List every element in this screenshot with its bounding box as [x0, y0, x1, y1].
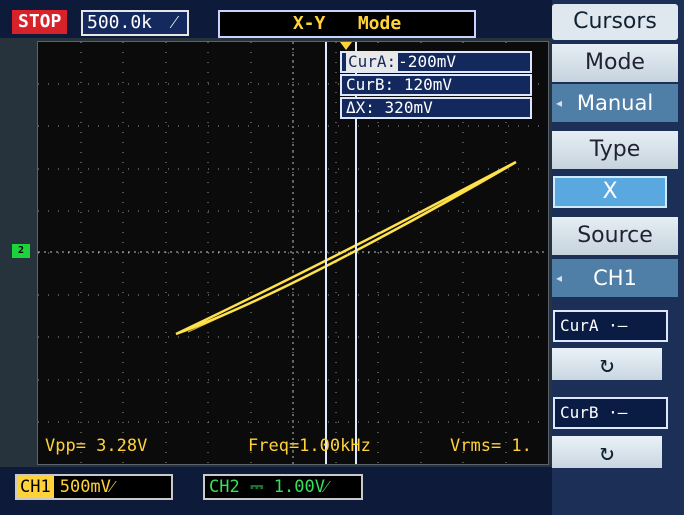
cursor-a-button[interactable]: CurA ·— [553, 310, 668, 342]
cursor-a-readout: CurA: -200mV [340, 51, 532, 73]
menu-source-value[interactable]: ◂ CH1 [552, 259, 678, 297]
run-stop-indicator[interactable]: STOP [12, 10, 68, 34]
display-mode-title: X-Y Mode [218, 10, 476, 38]
cursor-line-icon: ·— [598, 316, 628, 335]
cursor-delta-label: ΔX: [346, 98, 375, 117]
cursor-b-value: 120mV [403, 75, 452, 94]
menu-type-value[interactable]: X [553, 176, 667, 208]
cursor-delta-value: 320mV [384, 98, 433, 117]
dc-coupling-icon: ⎓ [239, 477, 274, 497]
menu-source-value-text: CH1 [593, 266, 637, 290]
channel-1-scale-value: 500mV [59, 477, 111, 497]
timebase-readout[interactable]: 500.0k ⁄ [81, 10, 189, 36]
cursor-b-button-label: CurB [560, 403, 599, 422]
slope-icon: ⁄ [110, 477, 114, 497]
menu-mode-label[interactable]: Mode [552, 44, 678, 82]
menu-source-label[interactable]: Source [552, 217, 678, 255]
cursor-line-icon: ·— [598, 403, 628, 422]
top-status-bar: STOP 500.0k ⁄ X-Y Mode [0, 0, 552, 38]
measurement-freq: Freq=1.00kHz [248, 436, 371, 456]
channel-2-label: CH2 [209, 477, 240, 497]
menu-title: Cursors [552, 4, 678, 40]
channel-1-label: CH1 [17, 476, 54, 498]
channel-2-scale[interactable]: CH2 ⎓ 1.00V⁄ [203, 474, 363, 500]
slope-icon: ⁄ [324, 477, 328, 497]
cursor-a-label: CurA: [346, 52, 399, 71]
measurement-vpp: Vpp= 3.28V [45, 436, 148, 456]
xy-lissajous-trace [175, 160, 517, 336]
caret-left-icon: ◂ [556, 96, 563, 110]
channel-2-offset-marker[interactable]: 2 [12, 244, 30, 258]
cursor-delta-readout: ΔX: 320mV [340, 97, 532, 119]
rotate-knob-icon[interactable]: ↻ [552, 436, 662, 468]
timebase-value: 500.0k [87, 12, 153, 33]
channel-2-scale-value: 1.00V [273, 477, 325, 497]
cursor-a-value: -200mV [398, 52, 456, 71]
cursor-a-button-label: CurA [560, 316, 599, 335]
cursor-b-button[interactable]: CurB ·— [553, 397, 668, 429]
cursor-b-label: CurB: [346, 75, 395, 94]
measurement-vrms: Vrms= 1. [450, 436, 532, 456]
trigger-position-marker [340, 42, 352, 50]
menu-mode-value-text: Manual [576, 91, 654, 115]
channel-1-scale[interactable]: CH1 500mV⁄ [15, 474, 173, 500]
cursor-b-readout: CurB: 120mV [340, 74, 532, 96]
rotate-knob-icon[interactable]: ↻ [552, 348, 662, 380]
slope-icon: ⁄ [172, 12, 176, 33]
menu-mode-value[interactable]: ◂ Manual [552, 84, 678, 122]
menu-type-label[interactable]: Type [552, 131, 678, 169]
caret-left-icon: ◂ [556, 271, 563, 285]
